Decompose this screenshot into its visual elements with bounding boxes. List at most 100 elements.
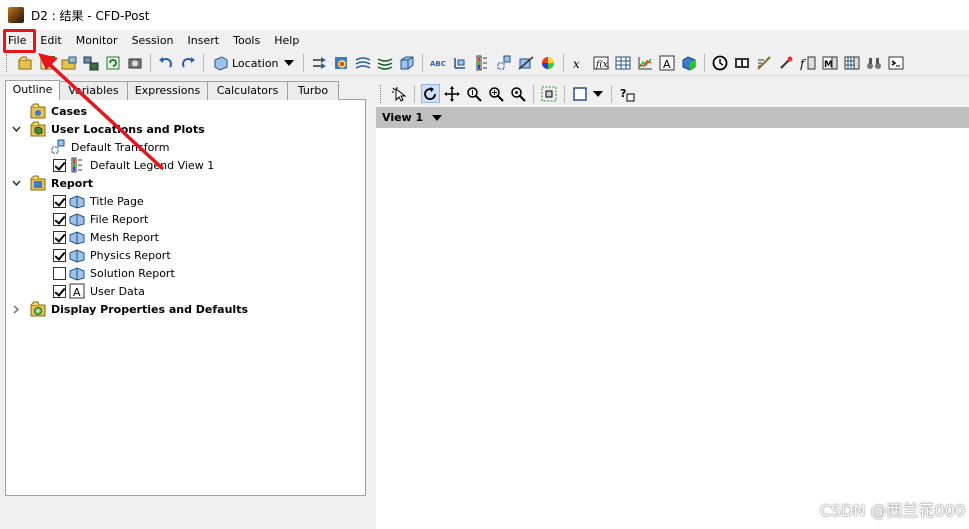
zoom-icon[interactable]: [465, 84, 484, 103]
view-label: View 1: [382, 111, 424, 124]
rotate-icon[interactable]: [420, 84, 440, 103]
report-folder-icon: [30, 175, 46, 191]
color-map-icon[interactable]: [538, 54, 557, 73]
contour-icon[interactable]: [331, 54, 350, 73]
visibility-checkbox[interactable]: [53, 266, 66, 280]
menu-bar: File Edit Monitor Session Insert Tools H…: [0, 30, 969, 51]
text-annotation-icon[interactable]: ABC: [428, 54, 447, 73]
macro-calculator-icon[interactable]: M: [820, 54, 839, 73]
visibility-checkbox[interactable]: [53, 194, 66, 208]
main-toolbar: Location ABC x f(x) A f M: [0, 51, 969, 76]
close-case-icon[interactable]: [82, 54, 101, 73]
tree-item-report[interactable]: Report: [30, 174, 93, 192]
fit-view-icon[interactable]: [540, 84, 559, 103]
undo-icon[interactable]: [157, 54, 176, 73]
menu-insert[interactable]: Insert: [181, 30, 227, 51]
tab-turbo[interactable]: Turbo: [287, 81, 339, 100]
visibility-checkbox[interactable]: [53, 230, 66, 244]
tab-expressions[interactable]: Expressions: [127, 81, 208, 100]
tree-item-mesh-report[interactable]: Mesh Report: [53, 228, 159, 246]
variable-icon[interactable]: x: [569, 54, 588, 73]
mesh-calculator-icon[interactable]: [842, 54, 861, 73]
location-dropdown[interactable]: Location: [210, 53, 297, 73]
report-page-icon: [69, 193, 85, 209]
tree-label-report: Report: [51, 176, 94, 190]
chevron-down-icon[interactable]: [12, 125, 21, 134]
instance-transform-icon[interactable]: [494, 54, 513, 73]
vector-icon[interactable]: [309, 54, 328, 73]
case-comparison-icon[interactable]: [864, 54, 883, 73]
timestep-icon[interactable]: [710, 54, 729, 73]
menu-session[interactable]: Session: [125, 30, 181, 51]
menu-monitor[interactable]: Monitor: [69, 30, 125, 51]
select-pointer-icon[interactable]: [390, 84, 409, 103]
tree-item-user-locations[interactable]: User Locations and Plots: [30, 120, 205, 138]
animation-icon[interactable]: [732, 54, 751, 73]
tree-item-cases[interactable]: Cases: [30, 102, 87, 120]
3d-viewport[interactable]: [376, 128, 969, 529]
menu-edit[interactable]: Edit: [33, 30, 68, 51]
tree-item-default-transform[interactable]: Default Transform: [50, 138, 169, 156]
legend-icon[interactable]: [472, 54, 491, 73]
coordinate-frame-icon[interactable]: [450, 54, 469, 73]
menu-file[interactable]: File: [0, 30, 33, 51]
clip-plane-icon[interactable]: [516, 54, 535, 73]
chevron-down-icon[interactable]: [593, 90, 603, 97]
volume-render-icon[interactable]: [397, 54, 416, 73]
app-logo-icon: [8, 7, 24, 23]
save-state-icon[interactable]: [38, 54, 57, 73]
toolbar-grip[interactable]: [380, 84, 384, 103]
tree-item-physics-report[interactable]: Physics Report: [53, 246, 171, 264]
toolbar-grip[interactable]: [6, 54, 10, 72]
screenshot-icon[interactable]: [126, 54, 145, 73]
probe-icon[interactable]: [776, 54, 795, 73]
tree-label-cases: Cases: [51, 104, 88, 118]
tree-label-mesh-report: Mesh Report: [90, 230, 159, 244]
chevron-down-icon[interactable]: [12, 179, 21, 188]
pan-icon[interactable]: [443, 84, 462, 103]
particle-track-icon[interactable]: [375, 54, 394, 73]
tree-label-user-locations: User Locations and Plots: [51, 122, 205, 136]
function-calculator-icon[interactable]: f: [798, 54, 817, 73]
tab-calculators[interactable]: Calculators: [207, 81, 288, 100]
tree-item-default-legend[interactable]: Default Legend View 1: [53, 156, 214, 174]
zoom-box-icon[interactable]: [487, 84, 506, 103]
toolbar-separator: [533, 84, 534, 103]
visibility-checkbox[interactable]: [53, 158, 66, 172]
expression-icon[interactable]: f(x): [591, 54, 610, 73]
tree-label-title-page: Title Page: [90, 194, 144, 208]
streamline-icon[interactable]: [353, 54, 372, 73]
tree-item-file-report[interactable]: File Report: [53, 210, 148, 228]
chart-icon[interactable]: [635, 54, 654, 73]
open-results-icon[interactable]: [60, 54, 79, 73]
tree-item-display-properties[interactable]: Display Properties and Defaults: [30, 300, 248, 318]
figure-icon[interactable]: [679, 54, 698, 73]
transform-icon: [50, 139, 66, 155]
visibility-checkbox[interactable]: [53, 212, 66, 226]
view-selector[interactable]: View 1: [376, 107, 969, 128]
quick-editor-icon[interactable]: [754, 54, 773, 73]
command-editor-icon[interactable]: [886, 54, 905, 73]
redo-icon[interactable]: [179, 54, 198, 73]
table-icon[interactable]: [613, 54, 632, 73]
menu-help[interactable]: Help: [267, 30, 306, 51]
tree-item-user-data[interactable]: A User Data: [53, 282, 145, 300]
menu-tools[interactable]: Tools: [226, 30, 267, 51]
refresh-icon[interactable]: [104, 54, 123, 73]
svg-text:ABC: ABC: [430, 60, 446, 68]
visibility-checkbox[interactable]: [53, 284, 66, 298]
location-icon: [213, 55, 229, 71]
comment-icon[interactable]: A: [657, 54, 676, 73]
tab-variables[interactable]: Variables: [59, 81, 128, 100]
load-state-icon[interactable]: [16, 54, 35, 73]
report-page-icon: [69, 211, 85, 227]
toolbar-separator: [564, 84, 565, 103]
tree-item-title-page[interactable]: Title Page: [53, 192, 144, 210]
visibility-checkbox[interactable]: [53, 248, 66, 262]
help-icon[interactable]: ?: [618, 84, 637, 103]
viewport-layout-icon[interactable]: [571, 84, 590, 103]
tab-outline[interactable]: Outline: [5, 80, 60, 100]
chevron-right-icon[interactable]: [12, 305, 21, 314]
tree-item-solution-report[interactable]: Solution Report: [53, 264, 175, 282]
zoom-fit-icon[interactable]: [509, 84, 528, 103]
